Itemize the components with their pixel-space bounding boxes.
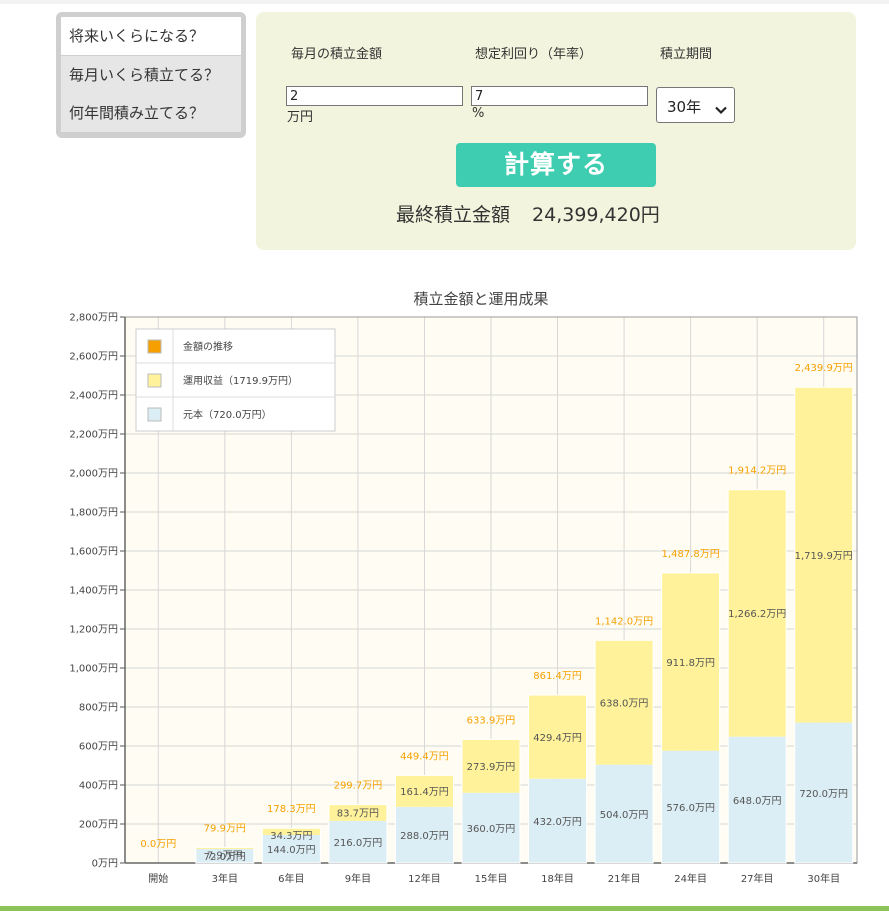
label-total: 299.7万円 <box>334 781 383 792</box>
chevron-down-icon <box>715 101 727 119</box>
x-tick-label: 開始 <box>148 872 168 885</box>
x-tick-label: 21年目 <box>608 872 641 885</box>
x-tick-label: 3年目 <box>212 872 238 885</box>
monthly-amount-unit: 万円 <box>287 110 314 125</box>
label-gain: 911.8万円 <box>666 658 715 669</box>
y-tick-label: 1,400万円 <box>69 586 118 597</box>
x-tick-label: 24年目 <box>674 872 707 885</box>
y-tick-label: 1,800万円 <box>69 508 118 519</box>
legend-swatch <box>147 373 162 388</box>
label-total: 861.4万円 <box>533 671 582 682</box>
tab-future-value[interactable]: 将来いくらになる？ <box>61 17 241 55</box>
label-principal: 144.0万円 <box>267 845 316 856</box>
result-value: 24,399,420円 <box>532 204 660 226</box>
x-tick-label: 12年目 <box>408 872 441 885</box>
label-gain: 273.9万円 <box>467 762 516 773</box>
label-gain: 83.7万円 <box>337 809 379 820</box>
label-gain: 1,266.2万円 <box>728 609 786 620</box>
label-principal: 576.0万円 <box>666 803 715 814</box>
period-label: 積立期間 <box>660 47 713 62</box>
label-principal: 720.0万円 <box>799 789 848 800</box>
y-tick-label: 2,000万円 <box>69 469 118 480</box>
legend-label: 元本（720.0万円） <box>183 408 272 421</box>
label-total: 1,142.0万円 <box>595 616 653 627</box>
y-tick-label: 1,600万円 <box>69 547 118 558</box>
label-total: 633.9万円 <box>467 715 516 726</box>
label-gain: 34.3万円 <box>270 831 312 842</box>
label-total: 1,914.2万円 <box>728 466 786 477</box>
y-tick-label: 200万円 <box>79 820 118 831</box>
rate-unit: % <box>472 106 485 121</box>
label-total: 79.9万円 <box>204 823 246 834</box>
label-total: 0.0万円 <box>140 839 176 850</box>
y-tick-label: 2,600万円 <box>69 352 118 363</box>
top-border <box>0 0 889 4</box>
y-tick-label: 2,200万円 <box>69 430 118 441</box>
calculator-panel: 毎月の積立金額 想定利回り（年率） 積立期間 万円 % 30年 計算する 最終積… <box>256 12 856 250</box>
x-tick-label: 27年目 <box>741 872 774 885</box>
label-principal: 432.0万円 <box>533 817 582 828</box>
legend-label: 運用収益（1719.9万円） <box>183 374 298 387</box>
x-tick-label: 6年目 <box>278 872 304 885</box>
label-principal: 216.0万円 <box>334 838 383 849</box>
period-select-value: 30年 <box>667 98 702 116</box>
label-total: 178.3万円 <box>267 804 316 815</box>
y-tick-label: 1,200万円 <box>69 625 118 636</box>
tab-monthly-amount[interactable]: 毎月いくら積立てる？ <box>61 56 241 94</box>
label-gain: 429.4万円 <box>533 733 582 744</box>
y-tick-label: 2,400万円 <box>69 391 118 402</box>
label-principal: 288.0万円 <box>400 831 449 842</box>
result-label: 最終積立金額 <box>396 204 511 226</box>
y-tick-label: 600万円 <box>79 742 118 753</box>
y-tick-label: 0万円 <box>92 859 118 870</box>
y-tick-label: 1,000万円 <box>69 664 118 675</box>
y-tick-label: 800万円 <box>79 703 118 714</box>
legend-swatch <box>147 407 162 422</box>
label-principal: 504.0万円 <box>600 810 649 821</box>
x-tick-label: 18年目 <box>541 872 574 885</box>
label-gain: 1,719.9万円 <box>795 551 853 562</box>
label-total: 1,487.8万円 <box>662 549 720 560</box>
chart-title: 積立金額と運用成果 <box>413 290 548 308</box>
x-tick-label: 15年目 <box>475 872 508 885</box>
calculate-button[interactable]: 計算する <box>456 143 656 187</box>
mode-tabs: 将来いくらになる？ 毎月いくら積立てる？ 何年間積み立てる？ <box>56 12 246 138</box>
legend-label: 金額の推移 <box>183 340 233 353</box>
tab-period[interactable]: 何年間積み立てる？ <box>61 94 241 132</box>
period-select[interactable]: 30年 <box>656 87 735 123</box>
x-tick-label: 9年目 <box>345 872 371 885</box>
label-gain: 638.0万円 <box>600 699 649 710</box>
label-gain: 7.9万円 <box>207 850 243 861</box>
rate-label: 想定利回り（年率） <box>475 47 593 62</box>
bottom-border <box>0 906 889 911</box>
monthly-amount-label: 毎月の積立金額 <box>291 47 383 62</box>
monthly-amount-input[interactable] <box>286 86 463 106</box>
label-total: 2,439.9万円 <box>795 363 853 374</box>
accumulation-chart: 積立金額と運用成果 0万円 200万円 400万円 600万円 800万円 1,000万円 1… <box>69 290 858 885</box>
label-gain: 161.4万円 <box>400 787 449 798</box>
label-principal: 648.0万円 <box>733 796 782 807</box>
x-tick-label: 30年目 <box>807 872 840 885</box>
y-tick-label: 2,800万円 <box>69 313 118 324</box>
y-tick-label: 400万円 <box>79 781 118 792</box>
label-total: 449.4万円 <box>400 751 449 762</box>
label-principal: 360.0万円 <box>467 824 516 835</box>
legend-swatch <box>147 339 162 354</box>
result-line: 最終積立金額 24,399,420円 <box>396 200 660 227</box>
rate-input[interactable] <box>471 86 648 106</box>
